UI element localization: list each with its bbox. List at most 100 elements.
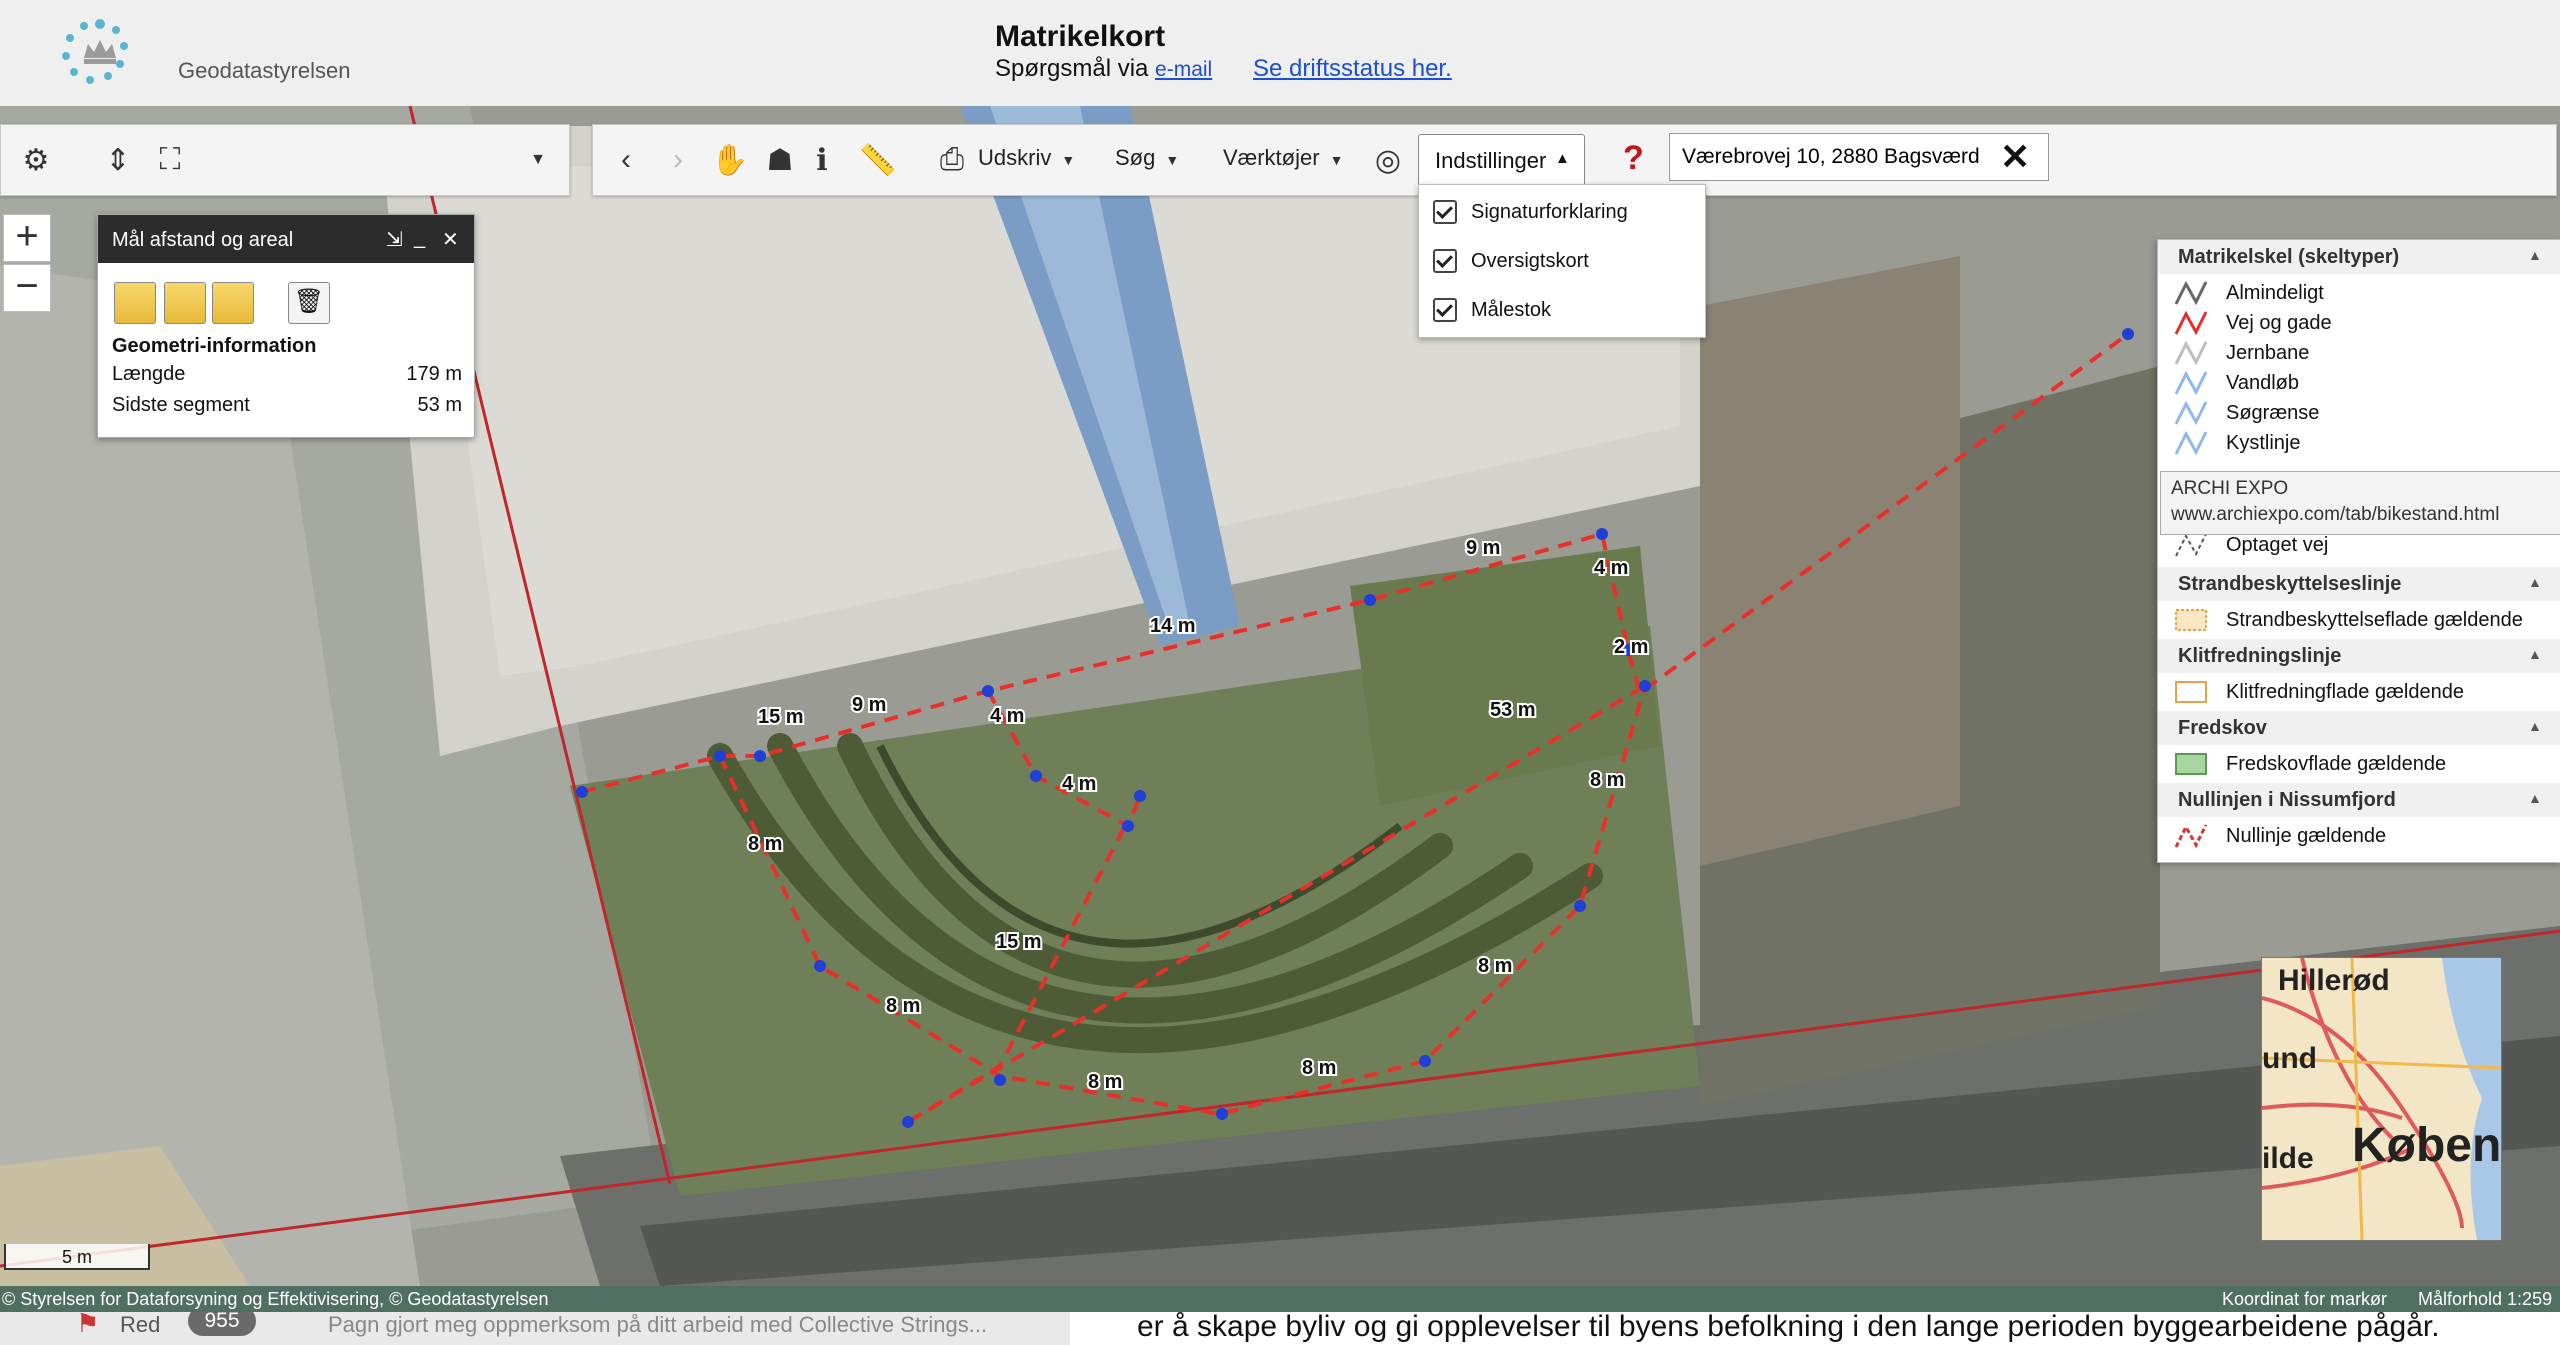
- forward-icon[interactable]: ›: [659, 141, 697, 179]
- locate-icon[interactable]: ◎: [1369, 141, 1407, 179]
- collapse-icon[interactable]: ▲: [2528, 574, 2542, 590]
- logo-text: Geodatastyrelsen: [178, 58, 351, 83]
- trash-icon[interactable]: 🗑: [288, 282, 330, 324]
- legend-item: Jernbane: [2174, 338, 2309, 368]
- dropdown-item-scale[interactable]: Målestok: [1433, 295, 1551, 325]
- dropdown-item-legend[interactable]: Signaturforklaring: [1433, 197, 1628, 227]
- line-symbol-icon: [2174, 430, 2208, 456]
- dropdown-item-label: Målestok: [1471, 298, 1552, 321]
- search-menu[interactable]: Søg ▼: [1115, 145, 1179, 171]
- ruler-icon[interactable]: 📏: [859, 141, 897, 179]
- close-icon[interactable]: ✕: [442, 227, 459, 252]
- overview-label: Hillerød: [2278, 964, 2390, 997]
- close-icon[interactable]: ✕: [2000, 136, 2030, 178]
- legend-item: Almindeligt: [2174, 278, 2324, 308]
- settings-menu[interactable]: Indstillinger ▲: [1418, 134, 1585, 186]
- caret-up-icon: ▲: [1555, 150, 1570, 167]
- scale-text: Målforhold 1:259: [2418, 1289, 2553, 1309]
- legend-section-header[interactable]: Klitfredningslinje ▲: [2158, 639, 2560, 673]
- measure-line-icon[interactable]: [114, 282, 156, 324]
- legend-item-label: Nullinje gældende: [2226, 824, 2387, 847]
- legend-item-label: Vej og gade: [2226, 311, 2332, 334]
- legend-item-label: Jernbane: [2226, 341, 2310, 364]
- legend-section-header[interactable]: Nullinjen i Nissumfjord ▲: [2158, 783, 2560, 817]
- geodatastyrelsen-logo[interactable]: Geodatastyrelsen: [38, 14, 350, 100]
- tools-menu[interactable]: Værktøjer ▼: [1223, 145, 1343, 171]
- info-icon[interactable]: ℹ: [803, 141, 841, 179]
- checkbox[interactable]: [1433, 298, 1457, 322]
- legend-section-title: Fredskov: [2178, 717, 2267, 739]
- zoom-out-button[interactable]: −: [3, 264, 51, 312]
- legend-item: Klitfredningflade gældende: [2174, 677, 2464, 707]
- print-menu[interactable]: Udskriv ▼: [978, 145, 1075, 171]
- subtitle-prefix: Spørgsmål via: [995, 55, 1149, 82]
- measure-area-icon[interactable]: [164, 282, 206, 324]
- print-icon[interactable]: ⎙: [933, 141, 971, 179]
- measure-label: 4 m: [990, 705, 1024, 727]
- measure-label: 2 m: [1614, 636, 1648, 658]
- legend-item-label: Klitfredningflade gældende: [2226, 680, 2464, 703]
- measure-label: 8 m: [748, 833, 782, 855]
- legend-item: Søgrænse: [2174, 398, 2319, 428]
- line-symbol-icon: [2174, 340, 2208, 366]
- checkbox[interactable]: [1433, 249, 1457, 273]
- background-text-right: er å skape byliv og gi opplevelser til b…: [1137, 1312, 2440, 1343]
- collapse-icon[interactable]: ▲: [2528, 790, 2542, 806]
- measure-select-icon[interactable]: [212, 282, 254, 324]
- email-link[interactable]: e-mail: [1155, 58, 1212, 81]
- gear-icon[interactable]: ⚙: [17, 141, 55, 179]
- line-symbol-icon: [2174, 370, 2208, 396]
- link-tooltip: ARCHI EXPO www.archiexpo.com/tab/bikesta…: [2160, 471, 2560, 535]
- flag-icon: ⚑: [76, 1312, 100, 1338]
- legend-item: Strandbeskyttelseflade gældende: [2174, 605, 2523, 635]
- caret-down-icon: ▼: [1329, 152, 1344, 168]
- overview-label: ilde: [2262, 1142, 2314, 1175]
- length-row: Længde 179 m: [112, 363, 462, 386]
- minimize-icon[interactable]: _: [414, 227, 425, 250]
- zoom-in-button[interactable]: +: [3, 214, 51, 262]
- dropdown-item-overview[interactable]: Oversigtskort: [1433, 246, 1589, 276]
- crown-logo-icon: [62, 19, 128, 84]
- back-icon[interactable]: ‹: [607, 141, 645, 179]
- coordinate-text: Koordinat for markør: [2222, 1289, 2388, 1309]
- pan-hand-icon[interactable]: ✋: [711, 141, 749, 179]
- measure-label: 8 m: [886, 995, 920, 1017]
- length-value: 179 m: [406, 363, 462, 385]
- legend-item-label: Søgrænse: [2226, 401, 2320, 424]
- pan-vertical-icon[interactable]: ⇕: [99, 141, 137, 179]
- legend-item-label: Optaget vej: [2226, 533, 2329, 556]
- last-segment-label: Sidste segment: [112, 394, 250, 416]
- measure-panel: Mål afstand og areal ⇲ _ ✕ 🗑 Geometri-in…: [97, 214, 475, 438]
- legend-section-header[interactable]: Strandbeskyttelseslinje ▲: [2158, 567, 2560, 601]
- background-left: ⚑ Red 955 Pagn gjort meg oppmerksom på d…: [0, 1312, 1070, 1345]
- help-icon[interactable]: ?: [1623, 139, 1644, 178]
- legend-item-label: Almindeligt: [2226, 281, 2324, 304]
- collapse-icon[interactable]: ▲: [2528, 646, 2542, 662]
- collapse-icon[interactable]: ▲: [2528, 247, 2542, 263]
- checkbox[interactable]: [1433, 200, 1457, 224]
- tooltip-url: www.archiexpo.com/tab/bikestand.html: [2171, 504, 2500, 525]
- legend-section-header[interactable]: Matrikelskel (skeltyper) ▲: [2158, 240, 2560, 274]
- collapse-icon[interactable]: ▲: [2528, 718, 2542, 734]
- identify-icon[interactable]: ☗: [761, 141, 799, 179]
- measure-label: 8 m: [1478, 955, 1512, 977]
- legend-item: Vej og gade: [2174, 308, 2332, 338]
- line-symbol-icon: [2174, 280, 2208, 306]
- extent-icon[interactable]: ⛶: [151, 141, 189, 179]
- status-link[interactable]: Se driftsstatus her.: [1253, 55, 1452, 83]
- chevron-down-icon[interactable]: ▼: [519, 141, 557, 179]
- legend-section-header[interactable]: Fredskov ▲: [2158, 711, 2560, 745]
- measure-label: 15 m: [996, 931, 1042, 953]
- overview-map[interactable]: Hillerød und ilde Køben: [2261, 957, 2502, 1241]
- page-header: Geodatastyrelsen Matrikelkort Spørgsmål …: [0, 0, 2560, 106]
- length-label: Længde: [112, 363, 186, 385]
- undock-icon[interactable]: ⇲: [386, 227, 403, 252]
- last-segment-row: Sidste segment 53 m: [112, 394, 462, 417]
- legend-item-label: Kystlinje: [2226, 431, 2301, 454]
- address-search-input[interactable]: [1680, 142, 1994, 172]
- page-subtitle: Spørgsmål via e-mail: [995, 55, 1212, 83]
- measure-panel-header[interactable]: Mål afstand og areal ⇲ _ ✕: [98, 215, 474, 263]
- measure-label: 8 m: [1590, 769, 1624, 791]
- overview-label: Køben: [2352, 1119, 2502, 1172]
- line-symbol-icon: [2174, 823, 2208, 849]
